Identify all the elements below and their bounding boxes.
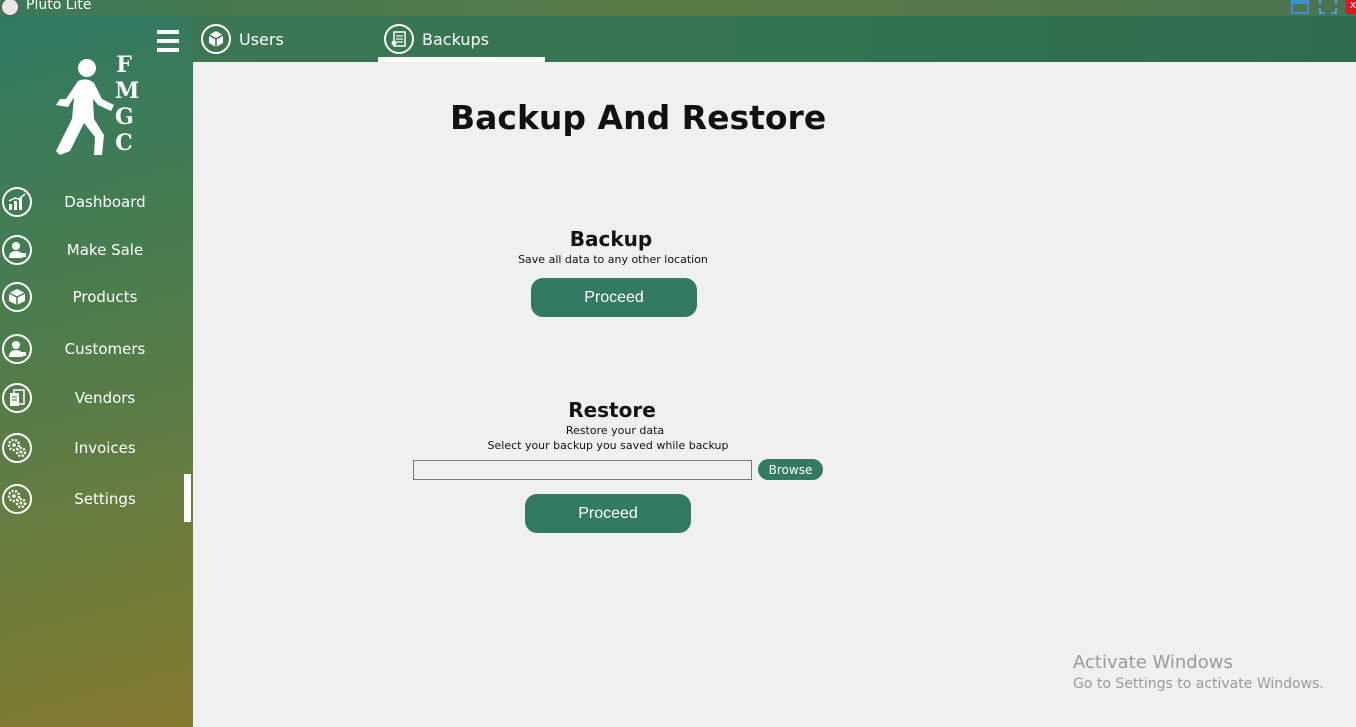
restore-description: Restore your data bbox=[565, 424, 665, 437]
active-tab-indicator bbox=[378, 57, 545, 62]
vendor-doc-icon bbox=[2, 383, 32, 413]
restore-instructions: Select your backup you saved while backu… bbox=[487, 439, 729, 452]
backup-proceed-button[interactable]: Proceed bbox=[531, 278, 697, 317]
logo-letters: F M G C bbox=[115, 52, 140, 156]
window-title: Pluto Lite bbox=[26, 0, 92, 13]
sidebar-item-products[interactable]: Products bbox=[0, 277, 193, 317]
activate-windows-title: Activate Windows bbox=[1073, 652, 1233, 673]
topbar bbox=[193, 16, 1356, 62]
active-nav-indicator bbox=[184, 474, 191, 522]
sidebar-item-label: Products bbox=[72, 288, 138, 306]
backup-path-input[interactable] bbox=[413, 460, 752, 480]
tab-backups-label: Backups bbox=[422, 29, 489, 49]
tab-users-label: Users bbox=[239, 29, 284, 49]
chart-icon bbox=[2, 187, 32, 217]
sidebar-item-invoices[interactable]: Invoices bbox=[0, 428, 193, 468]
page-title: Backup And Restore bbox=[450, 98, 827, 137]
maximize-button[interactable] bbox=[1319, 0, 1337, 14]
backup-description: Save all data to any other location bbox=[518, 253, 708, 266]
sidebar-item-label: Customers bbox=[64, 340, 146, 358]
sidebar-item-label: Invoices bbox=[74, 439, 136, 457]
sidebar-item-label: Dashboard bbox=[64, 193, 146, 211]
backup-heading: Backup bbox=[569, 227, 653, 251]
window-titlebar bbox=[0, 0, 1356, 16]
gears-icon bbox=[2, 433, 32, 463]
logo-letter: C bbox=[115, 130, 133, 156]
hamburger-menu-icon[interactable] bbox=[157, 30, 179, 52]
sidebar-item-label: Settings bbox=[74, 490, 136, 508]
sidebar-item-customers[interactable]: Customers bbox=[0, 329, 193, 369]
backup-list-icon bbox=[384, 24, 414, 54]
close-button[interactable]: x bbox=[1346, 0, 1356, 14]
logo-letter: F bbox=[116, 52, 132, 78]
gears-icon bbox=[2, 484, 32, 514]
sidebar-item-label: Make Sale bbox=[66, 241, 144, 259]
box-icon bbox=[2, 282, 32, 312]
logo-letter: G bbox=[115, 104, 134, 130]
sidebar-item-dashboard[interactable]: Dashboard bbox=[0, 182, 193, 222]
logo-letter: M bbox=[115, 78, 140, 104]
sidebar-item-vendors[interactable]: Vendors bbox=[0, 378, 193, 418]
tab-users[interactable]: Users bbox=[201, 16, 284, 62]
sidebar-item-make-sale[interactable]: Make Sale bbox=[0, 230, 193, 270]
browse-button[interactable]: Browse bbox=[758, 459, 823, 480]
user-cart-icon bbox=[2, 235, 32, 265]
sidebar-item-label: Vendors bbox=[74, 389, 136, 407]
restore-heading: Restore bbox=[568, 398, 656, 422]
restore-proceed-button[interactable]: Proceed bbox=[525, 494, 691, 533]
tab-backups[interactable]: Backups bbox=[384, 16, 489, 62]
activate-windows-subtitle: Go to Settings to activate Windows. bbox=[1073, 676, 1324, 692]
user-cart-icon bbox=[2, 334, 32, 364]
sidebar-item-settings[interactable]: Settings bbox=[0, 479, 193, 519]
box-icon bbox=[201, 24, 231, 54]
minimize-button[interactable] bbox=[1291, 0, 1309, 14]
